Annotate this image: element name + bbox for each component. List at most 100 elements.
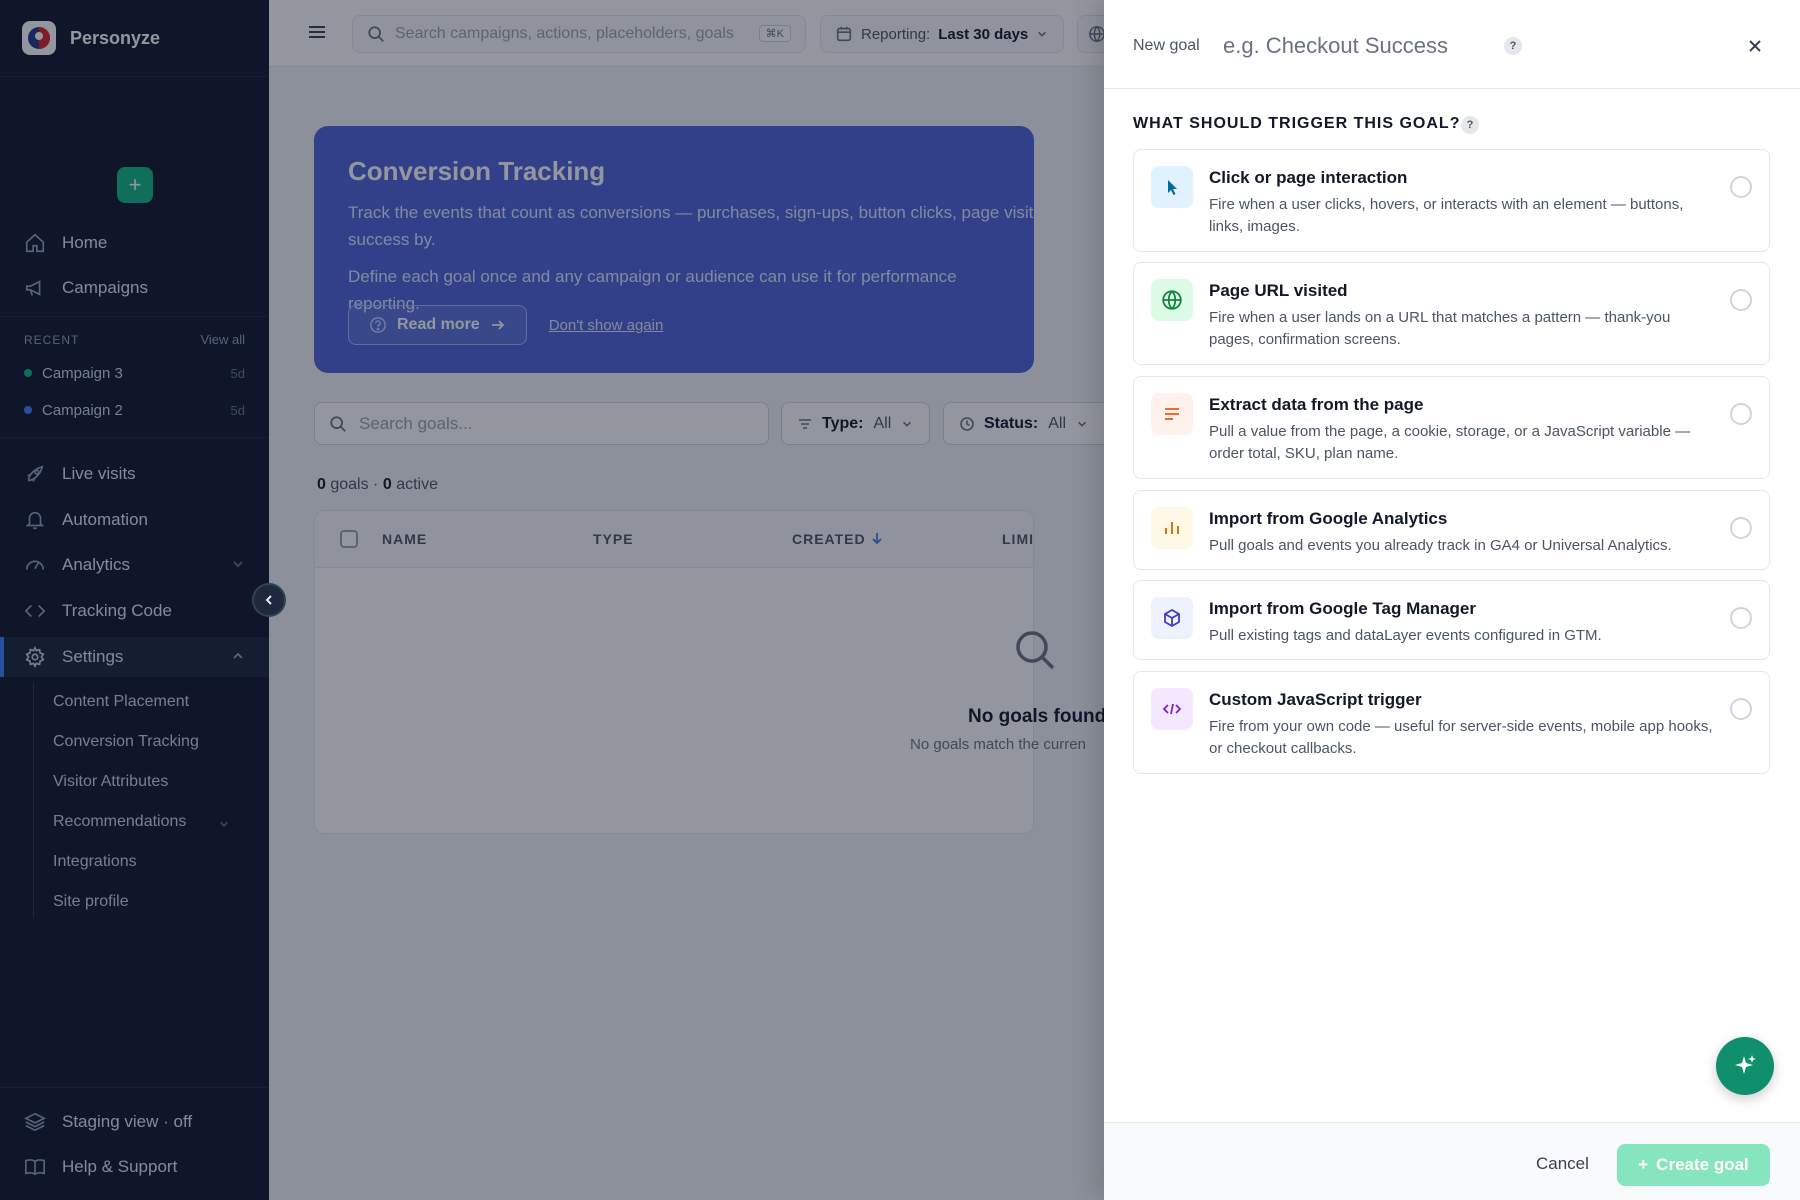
create-goal-button[interactable]: + Create goal — [1617, 1144, 1770, 1186]
empty-state-subtitle: No goals match the curren — [910, 736, 1086, 753]
recent-name: Campaign 2 — [42, 401, 123, 419]
brand-name: Personyze — [70, 27, 161, 48]
status-filter-label: Status: — [984, 414, 1039, 432]
chevron-down-icon — [1038, 31, 1047, 37]
option-radio[interactable] — [1730, 176, 1752, 198]
trigger-option-extract-data[interactable]: Extract data from the page Pull a value … — [1133, 376, 1770, 479]
nav-item-help-support[interactable]: Help & Support — [0, 1147, 269, 1187]
view-all-link[interactable]: View all — [200, 332, 245, 347]
type-filter-value: All — [873, 414, 892, 432]
nav-label: Campaigns — [62, 278, 148, 297]
add-new-button[interactable]: + — [117, 167, 153, 203]
banner-description: Track the events that count as conversio… — [348, 199, 1034, 253]
create-goal-label: Create goal — [1656, 1155, 1749, 1174]
nav-item-settings[interactable]: Settings — [0, 637, 269, 677]
settings-sub-integrations[interactable]: Integrations — [53, 853, 137, 871]
select-all-checkbox[interactable] — [340, 530, 358, 548]
status-filter-select[interactable]: Status: All — [943, 402, 1113, 445]
ai-assistant-button[interactable] — [1716, 1037, 1774, 1095]
chevron-left-icon — [265, 595, 272, 605]
nav-item-tracking-code[interactable]: Tracking Code — [0, 591, 269, 631]
settings-sub-site-profile[interactable]: Site profile — [53, 893, 129, 911]
calendar-icon — [836, 26, 852, 42]
recent-item-campaign-2[interactable]: Campaign 2 5d — [24, 398, 245, 422]
option-title: Import from Google Tag Manager — [1209, 599, 1476, 618]
sidebar-divider — [0, 76, 269, 77]
code-brackets-icon — [24, 604, 46, 618]
goal-search-placeholder: Search goals... — [359, 413, 473, 433]
recent-age: 5d — [230, 402, 245, 418]
trigger-option-custom-javascript[interactable]: Custom JavaScript trigger Fire from your… — [1133, 671, 1770, 774]
option-radio[interactable] — [1730, 698, 1752, 720]
trigger-option-page-url[interactable]: Page URL visited Fire when a user lands … — [1133, 262, 1770, 365]
goals-active: 0 — [382, 476, 392, 493]
column-header-created[interactable]: CREATED — [792, 531, 883, 547]
trigger-option-google-tag-manager[interactable]: Import from Google Tag Manager Pull exis… — [1133, 580, 1770, 660]
option-description: Fire from your own code — useful for ser… — [1209, 718, 1713, 757]
plus-icon: + — [128, 172, 142, 197]
read-more-label: Read more — [397, 316, 480, 333]
help-circle-icon — [370, 317, 386, 333]
drawer-footer: Cancel + Create goal — [1104, 1122, 1800, 1200]
arrow-right-icon — [491, 320, 504, 330]
settings-sub-recommendations[interactable]: Recommendations — [53, 813, 186, 831]
banner-description-line: Track the events that count as conversio… — [348, 203, 1034, 222]
submenu-guide-line — [33, 682, 34, 918]
option-radio[interactable] — [1730, 517, 1752, 539]
nav-item-live-visits[interactable]: Live visits — [0, 454, 269, 494]
code-icon — [1151, 688, 1193, 730]
hamburger-menu-icon[interactable] — [307, 22, 327, 42]
nav-item-automation[interactable]: Automation — [0, 500, 269, 540]
option-radio[interactable] — [1730, 607, 1752, 629]
help-icon[interactable]: ? — [1461, 116, 1479, 134]
option-title: Import from Google Analytics — [1209, 509, 1448, 528]
goal-name-input[interactable] — [1223, 28, 1503, 64]
new-goal-label: New goal — [1133, 37, 1200, 54]
nav-item-home[interactable]: Home — [0, 223, 269, 263]
cursor-click-icon — [1151, 166, 1193, 208]
column-header-limit[interactable]: LIMIT — [1002, 531, 1033, 547]
option-title: Custom JavaScript trigger — [1209, 690, 1422, 709]
nav-item-analytics[interactable]: Analytics — [0, 545, 269, 585]
search-icon — [1016, 631, 1055, 670]
help-icon[interactable]: ? — [1504, 37, 1522, 55]
read-more-button[interactable]: Read more — [348, 305, 527, 345]
nav-label: Home — [62, 233, 108, 252]
trigger-option-click-interaction[interactable]: Click or page interaction Fire when a us… — [1133, 149, 1770, 252]
close-drawer-button[interactable] — [1741, 32, 1769, 60]
settings-sub-visitor-attributes[interactable]: Visitor Attributes — [53, 773, 168, 791]
column-header-name[interactable]: NAME — [382, 531, 427, 547]
column-header-type[interactable]: TYPE — [593, 531, 634, 547]
trigger-section-title: WHAT SHOULD TRIGGER THIS GOAL? — [1133, 115, 1460, 133]
status-dot — [24, 369, 32, 377]
option-radio[interactable] — [1730, 289, 1752, 311]
collapse-sidebar-button[interactable] — [252, 583, 286, 617]
chevron-down-icon — [233, 561, 243, 568]
recent-item-campaign-3[interactable]: Campaign 3 5d — [24, 361, 245, 385]
reporting-period-select[interactable]: Reporting: Last 30 days — [820, 15, 1064, 53]
settings-sub-content-placement[interactable]: Content Placement — [53, 693, 189, 711]
goals-total: 0 — [317, 476, 326, 493]
globe-icon — [1151, 279, 1193, 321]
type-filter-select[interactable]: Type: All — [781, 402, 930, 445]
close-icon — [1749, 40, 1761, 52]
dont-show-again-link[interactable]: Don't show again — [549, 317, 664, 334]
option-radio[interactable] — [1730, 403, 1752, 425]
brand[interactable]: Personyze — [22, 20, 160, 56]
sidebar: Personyze + Home Campaigns RECENT View a… — [0, 0, 269, 1200]
status-dot — [24, 406, 32, 414]
nav-item-staging-view[interactable]: Staging view · off — [0, 1102, 269, 1142]
goals-table: NAME TYPE CREATED LIMIT — [314, 510, 1034, 834]
trigger-option-google-analytics[interactable]: Import from Google Analytics Pull goals … — [1133, 490, 1770, 570]
banner-title: Conversion Tracking — [348, 156, 606, 186]
gauge-icon — [25, 560, 45, 570]
chevron-down-icon — [1078, 421, 1086, 427]
banner-actions: Read more Don't show again — [348, 305, 663, 345]
settings-sub-conversion-tracking[interactable]: Conversion Tracking — [53, 733, 199, 751]
nav-item-campaigns[interactable]: Campaigns — [0, 268, 269, 308]
goal-search-input[interactable]: Search goals... — [314, 402, 769, 445]
recent-age: 5d — [230, 365, 245, 381]
global-search-input[interactable]: Search campaigns, actions, placeholders,… — [352, 15, 806, 53]
cancel-button[interactable]: Cancel — [1524, 1145, 1601, 1183]
option-title: Extract data from the page — [1209, 395, 1424, 414]
